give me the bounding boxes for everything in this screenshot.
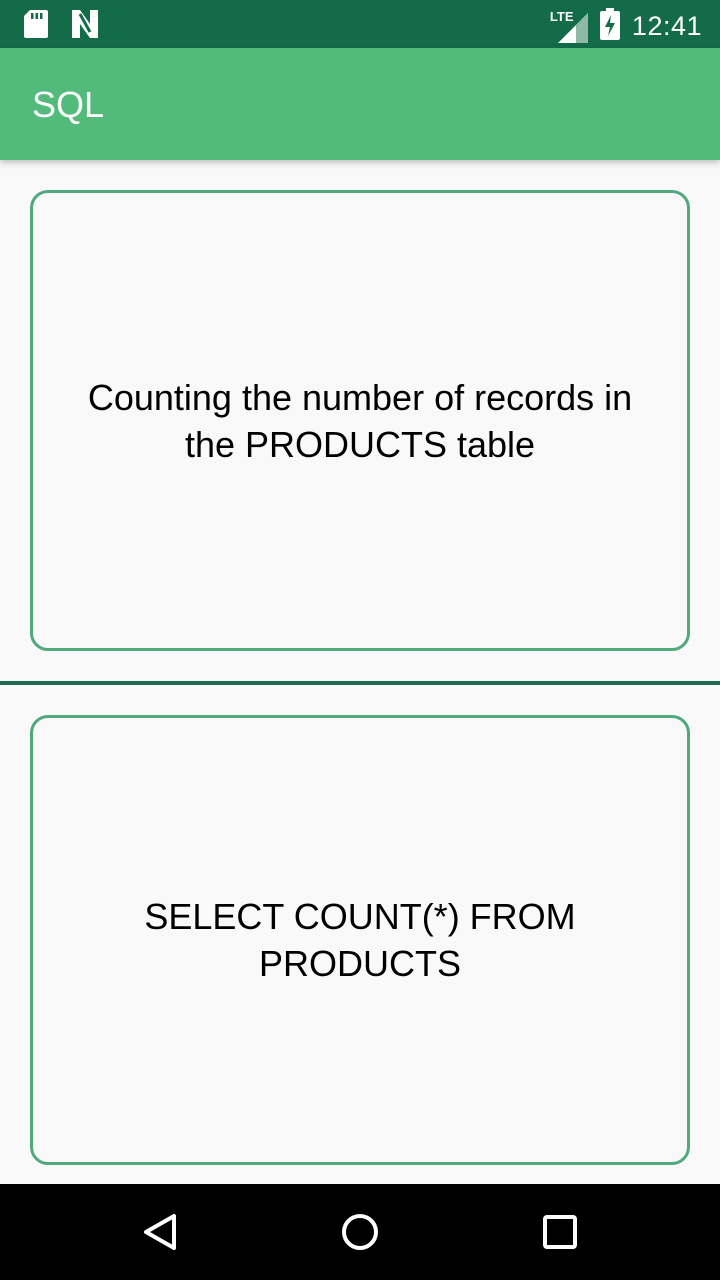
sd-card-icon [24,10,48,43]
back-icon[interactable] [140,1212,180,1252]
app-title: SQL [32,84,105,125]
battery-charging-icon [599,8,620,45]
app-bar: SQL [0,48,720,160]
answer-text: SELECT COUNT(*) FROM PRODUCTS [144,896,576,984]
n-notification-icon [70,10,100,43]
answer-card[interactable]: SELECT COUNT(*) FROM PRODUCTS [30,715,690,1165]
question-text: Counting the number of records in the PR… [87,376,633,465]
status-time: 12:41 [631,11,702,41]
home-icon[interactable] [340,1212,380,1252]
navigation-bar [0,1184,720,1280]
lte-signal-icon: LTE [550,9,588,43]
recents-icon[interactable] [540,1212,580,1252]
question-card[interactable]: Counting the number of records in the PR… [30,190,690,651]
status-bar: LTE 12:41 [0,0,720,48]
divider [0,681,720,685]
